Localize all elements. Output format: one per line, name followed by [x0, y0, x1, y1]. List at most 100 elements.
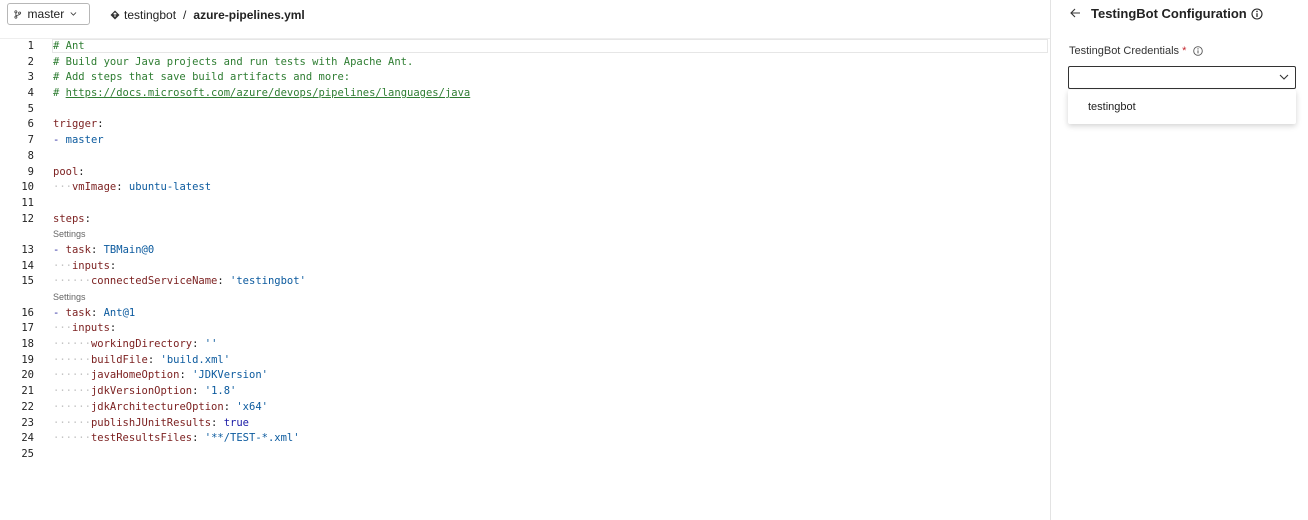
line-text: # https://docs.microsoft.com/azure/devop… [53, 86, 470, 102]
editor-toolbar: master testingbot / azure-pipelines.yml [0, 0, 1050, 34]
colon: : [217, 275, 231, 288]
colon: : [84, 212, 91, 225]
info-icon[interactable] [1193, 46, 1204, 56]
line-text: ······jdkArchitectureOption: 'x64' [53, 400, 268, 416]
code-line: 3 # Add steps that save build artifacts a… [0, 70, 1050, 86]
list-dash: - [53, 134, 66, 147]
breadcrumb-separator: / [183, 8, 187, 22]
comment-text: # Build your Java projects and run tests… [53, 55, 414, 68]
code-line: 15 ······connectedServiceName: 'testingbo… [0, 274, 1050, 290]
indent-guide: ··· [53, 338, 72, 351]
line-text: # Ant [53, 39, 85, 55]
yaml-key: buildFile [90, 353, 148, 366]
code-line: 12 steps: [0, 212, 1050, 228]
colon: : [90, 243, 104, 256]
indent-guide: ··· [53, 322, 72, 335]
colon: : [109, 259, 117, 272]
colon: : [179, 369, 193, 382]
comment-text: # Ant [53, 40, 85, 52]
line-text: # Build your Java projects and run tests… [53, 55, 413, 71]
line-number: 14 [21, 259, 34, 272]
indent-guide: ··· [53, 385, 72, 398]
branch-picker[interactable]: master [7, 3, 90, 25]
line-text: ······publishJUnitResults: true [53, 416, 249, 432]
yaml-key: steps [53, 212, 85, 225]
info-icon[interactable] [1251, 8, 1263, 20]
settings-codelens-link[interactable]: Settings [53, 290, 86, 306]
line-text: ···inputs: [53, 321, 116, 337]
line-number: 18 [21, 338, 34, 351]
yaml-key: inputs [71, 259, 110, 272]
yaml-key: jdkVersionOption [90, 385, 193, 398]
line-number: 23 [21, 416, 34, 429]
code-line: 19 ······buildFile: 'build.xml' [0, 353, 1050, 369]
line-number: 9 [27, 165, 34, 178]
required-mark: * [1182, 45, 1187, 57]
line-text: ······javaHomeOption: 'JDKVersion' [53, 368, 268, 384]
credentials-label-text: TestingBot Credentials [1069, 45, 1180, 57]
line-number: 22 [21, 400, 34, 413]
code-line: 1 # Ant [0, 39, 1050, 55]
line-number: 16 [21, 306, 34, 319]
dropdown-option[interactable]: testingbot [1088, 101, 1136, 113]
yaml-value: '**/TEST-*.xml' [204, 432, 300, 445]
line-number: 19 [21, 353, 34, 366]
line-number: 10 [21, 181, 34, 194]
line-number: 24 [21, 432, 34, 445]
line-number: 21 [21, 385, 34, 398]
yaml-key: vmImage [71, 181, 117, 194]
yaml-key: trigger [53, 118, 98, 131]
yaml-value: 'testingbot' [230, 275, 306, 288]
editor-pane: master testingbot / azure-pipelines.yml … [0, 0, 1050, 520]
line-number: 17 [21, 322, 34, 335]
line-number: 2 [27, 55, 34, 68]
code-line: 8 [0, 149, 1050, 165]
line-text: ···vmImage: ubuntu-latest [53, 180, 211, 196]
line-number: 20 [21, 369, 34, 382]
code-line: 22 ······jdkArchitectureOption: 'x64' [0, 400, 1050, 416]
indent-guide: ··· [53, 400, 72, 413]
code-line: 25 [0, 447, 1050, 463]
code-line: 7 - master [0, 133, 1050, 149]
line-text: - master [53, 133, 104, 149]
code-line: 11 [0, 196, 1050, 212]
colon: : [90, 306, 104, 319]
comment-text: # Add steps that save build artifacts an… [53, 71, 351, 84]
yaml-value: master [65, 134, 104, 147]
code-line: 9 pool: [0, 165, 1050, 181]
yaml-value: TBMain@0 [103, 243, 155, 256]
settings-codelens-link[interactable]: Settings [53, 227, 86, 243]
line-text: - task: TBMain@0 [53, 243, 154, 259]
line-text: ······testResultsFiles: '**/TEST-*.xml' [53, 431, 300, 447]
line-number: 8 [27, 149, 34, 162]
line-text: # Add steps that save build artifacts an… [53, 70, 350, 86]
panel-title: TestingBot Configuration [1091, 6, 1247, 21]
code-line: 24 ······testResultsFiles: '**/TEST-*.xml… [0, 431, 1050, 447]
indent-guide: ··· [53, 416, 72, 429]
code-line: 16 - task: Ant@1 [0, 306, 1050, 322]
indent-guide: ··· [71, 432, 91, 445]
yaml-value: 'build.xml' [160, 353, 231, 366]
line-number: 5 [27, 102, 34, 115]
code-line: 2 # Build your Java projects and run test… [0, 55, 1050, 71]
list-dash: - [53, 243, 66, 256]
line-text: - task: Ant@1 [53, 306, 135, 322]
colon: : [192, 338, 205, 351]
breadcrumb-repo[interactable]: testingbot [124, 8, 176, 22]
line-number: 12 [21, 212, 34, 225]
line-number: 11 [21, 196, 34, 209]
yaml-key: connectedServiceName [90, 275, 218, 288]
credentials-select[interactable] [1068, 66, 1296, 89]
yaml-value: '1.8' [204, 385, 237, 398]
back-arrow-icon[interactable] [1069, 7, 1081, 19]
line-number: 13 [21, 243, 34, 256]
indent-guide: ··· [71, 385, 91, 398]
indent-guide: ··· [53, 275, 72, 288]
branch-label: master [27, 7, 65, 21]
code-line: 17 ···inputs: [0, 321, 1050, 337]
code-line: 23 ······publishJUnitResults: true [0, 416, 1050, 432]
code-area[interactable]: 1 # Ant 2 # Build your Java projects and ru… [0, 39, 1050, 463]
comment-link[interactable]: https://docs.microsoft.com/azure/devops/… [66, 87, 471, 99]
line-number: 4 [27, 87, 34, 100]
indent-guide: ··· [71, 416, 91, 429]
